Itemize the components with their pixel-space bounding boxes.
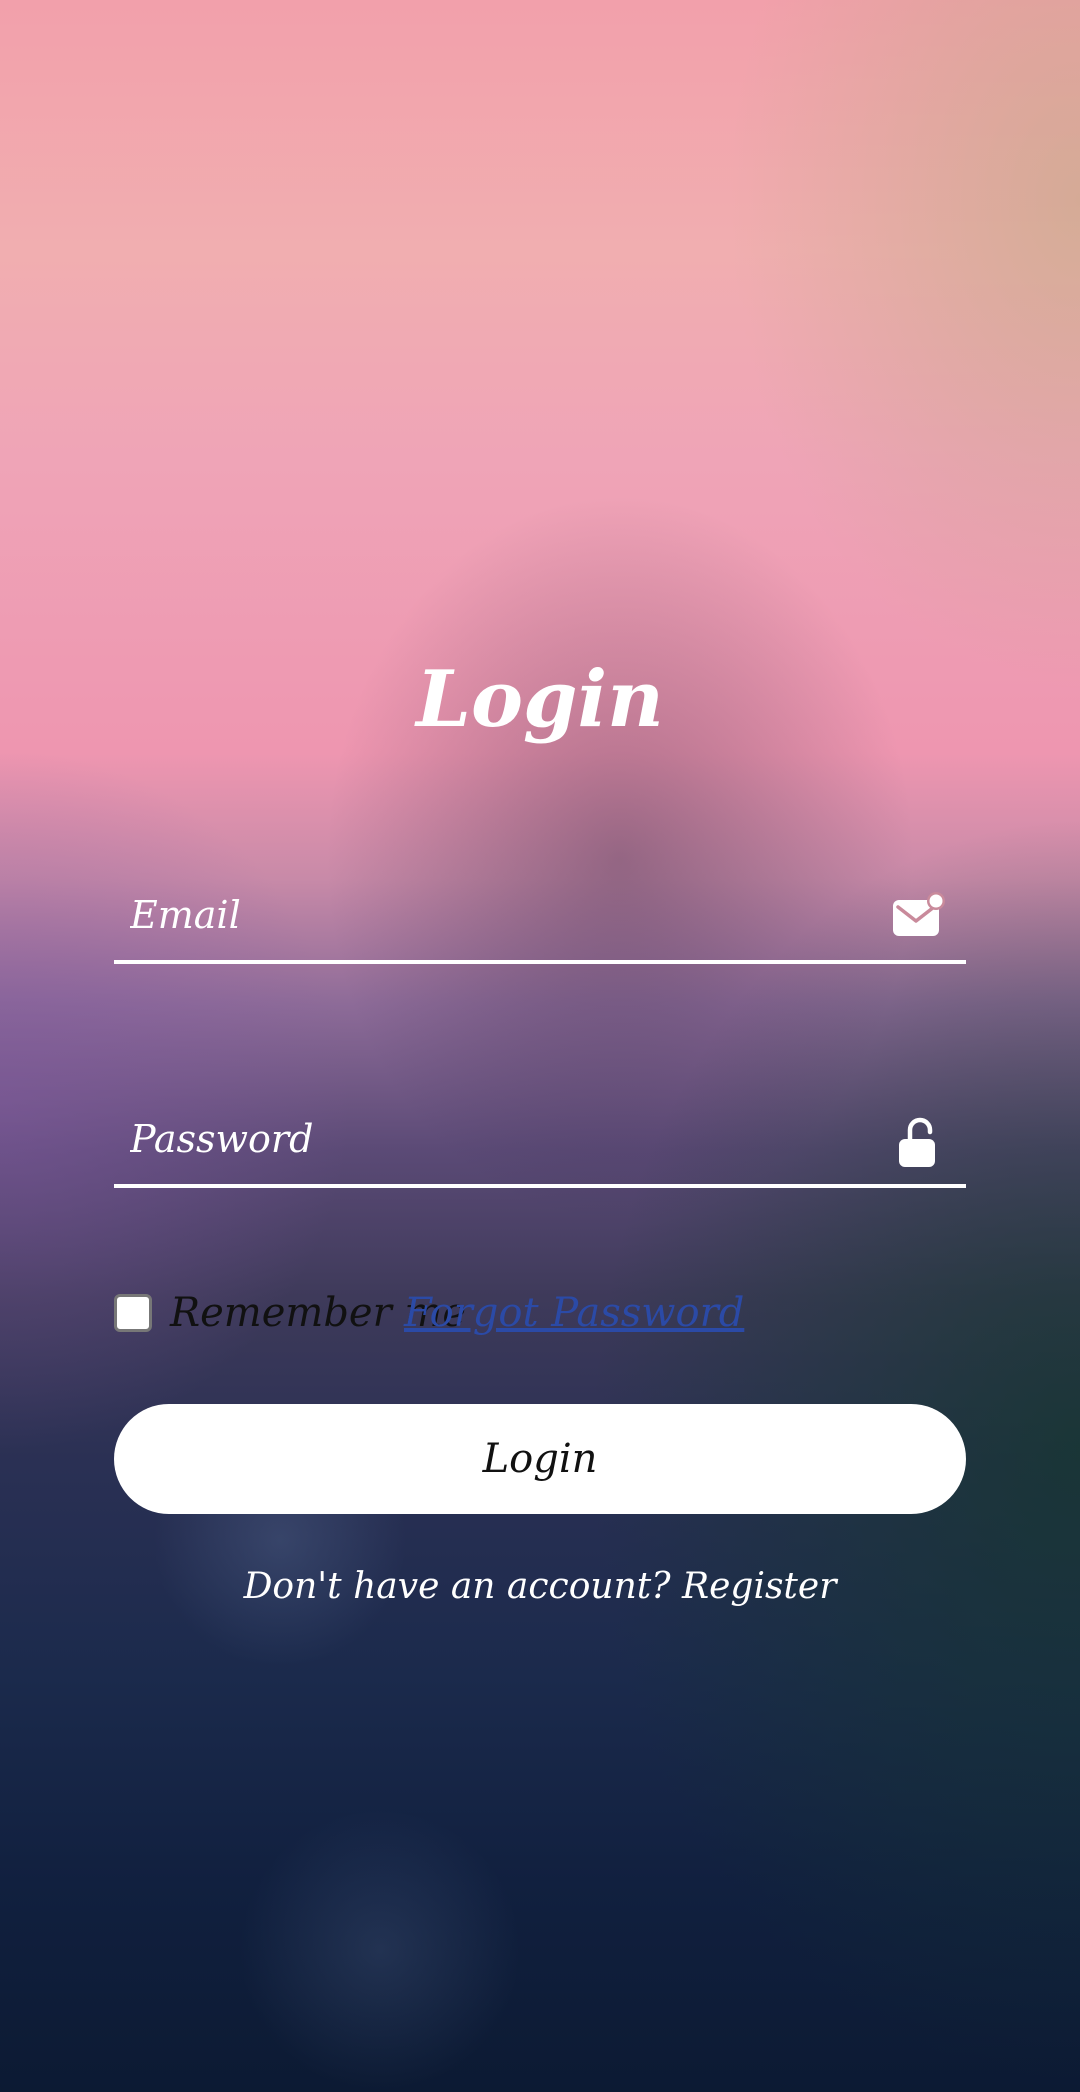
register-prompt-text: Don't have an account? [243,1566,671,1607]
remember-me-checkbox[interactable] [114,1294,152,1332]
register-prompt: Don't have an account? Register [0,1566,1080,1607]
login-button[interactable]: Login [114,1404,966,1514]
email-input[interactable] [128,884,832,946]
register-link[interactable]: Register [682,1566,836,1607]
remember-row: Remember me Forgot Password [114,1290,966,1360]
mail-notification-icon [890,890,946,946]
page-title: Login [416,654,664,745]
forgot-password-link[interactable]: Forgot Password [404,1290,744,1336]
password-input[interactable] [128,1108,832,1170]
unlock-icon [890,1114,946,1170]
email-field[interactable] [114,870,966,964]
password-field[interactable] [114,1094,966,1188]
